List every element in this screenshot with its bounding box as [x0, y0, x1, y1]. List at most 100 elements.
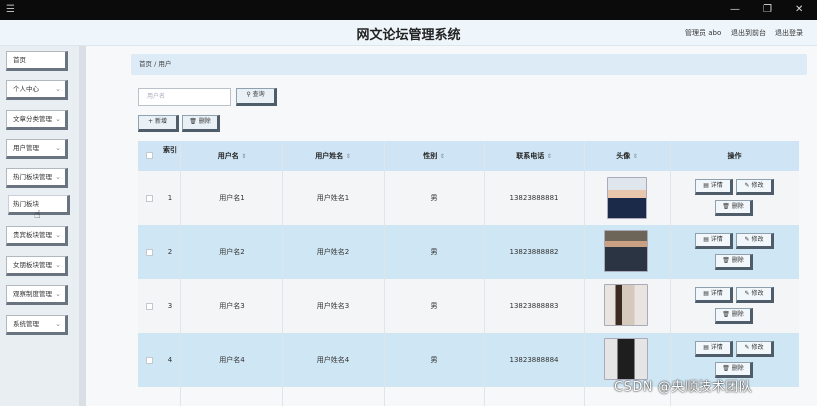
- cell-name: 用户姓名3: [316, 302, 350, 310]
- column-divider: [282, 141, 283, 406]
- chevron-down-icon: ⌄: [55, 320, 61, 328]
- minimize-icon[interactable]: —: [730, 3, 740, 17]
- detail-button-label: 详情: [710, 344, 723, 351]
- column-header-index[interactable]: 索引: [160, 141, 180, 171]
- cell-name: 用户姓名2: [316, 248, 350, 256]
- sidebar-item-hot-section-management[interactable]: 热门板块管理 ⌄: [6, 168, 68, 188]
- sidebar-item-profile[interactable]: 个人中心 ⌄: [6, 80, 68, 100]
- logout-link[interactable]: 退出登录: [775, 28, 803, 38]
- column-divider: [484, 141, 485, 406]
- column-header-label: 用户姓名: [315, 152, 344, 160]
- sidebar-item-home[interactable]: 首页: [6, 51, 68, 71]
- edit-icon: ✎: [744, 236, 750, 243]
- chevron-down-icon: ⌄: [55, 144, 61, 152]
- edit-icon: ✎: [744, 182, 750, 189]
- app-header: 网文论坛管理系统 管理员 abo 退出到前台 退出登录: [0, 20, 817, 46]
- search-button-label: 查询: [252, 91, 265, 98]
- detail-button[interactable]: ▤ 详情: [695, 287, 733, 303]
- maximize-icon[interactable]: ❐: [763, 3, 772, 17]
- cell-gender: 男: [430, 248, 438, 256]
- chevron-down-icon: ⌄: [55, 261, 61, 269]
- sidebar-item-vip-section-management[interactable]: 贵宾板块管理 ⌄: [6, 226, 68, 246]
- sidebar-item-observation-management[interactable]: 观察制度管理 ⌄: [6, 285, 68, 305]
- delete-button[interactable]: 🗑 删除: [715, 200, 753, 216]
- row-checkbox[interactable]: [146, 357, 153, 364]
- sidebar-item-label: 用户管理: [13, 144, 39, 152]
- sort-icon: ⇕: [345, 153, 351, 160]
- sidebar-item-user-management[interactable]: 用户管理 ⌄: [6, 139, 68, 159]
- chevron-down-icon: ⌄: [55, 173, 61, 181]
- edit-button[interactable]: ✎ 修改: [736, 341, 774, 357]
- sidebar-scrollbar[interactable]: [79, 46, 86, 406]
- watermark: CSDN @央顺技术团队: [614, 380, 753, 395]
- cell-gender: 男: [430, 194, 438, 202]
- trash-icon: 🗑: [189, 118, 197, 125]
- delete-button-label: 删除: [731, 257, 744, 264]
- plus-icon: +: [148, 118, 154, 125]
- sidebar-item-girlfriend-section-management[interactable]: 女朋板块管理 ⌄: [6, 256, 68, 276]
- column-header-username[interactable]: 用户名 ⇕: [182, 141, 282, 171]
- row-checkbox[interactable]: [146, 303, 153, 310]
- chevron-down-icon: ⌄: [55, 85, 61, 93]
- column-header-label: 联系电话: [516, 152, 545, 160]
- edit-button[interactable]: ✎ 修改: [736, 233, 774, 249]
- column-header-phone[interactable]: 联系电话 ⇕: [484, 141, 584, 171]
- delete-button-label: 删除: [731, 365, 744, 372]
- cell-phone: 13823888884: [509, 356, 559, 364]
- back-to-frontend-link[interactable]: 退出到前台: [731, 28, 766, 38]
- column-header-label: 性别: [423, 152, 438, 160]
- avatar: [604, 284, 648, 326]
- cell-index: 4: [167, 356, 173, 364]
- table-row: 1 用户名1 用户姓名1 男 13823888881 ▤ 详情 ✎ 修改 🗑 删…: [138, 171, 799, 225]
- delete-button-label: 删除: [198, 118, 211, 125]
- trash-icon: 🗑: [722, 257, 730, 264]
- detail-icon: ▤: [703, 236, 709, 243]
- sort-icon: ⇕: [439, 153, 445, 160]
- cell-index: 2: [167, 248, 173, 256]
- hamburger-icon[interactable]: ☰: [6, 3, 15, 17]
- avatar: [607, 177, 647, 219]
- detail-button[interactable]: ▤ 详情: [695, 341, 733, 357]
- column-header-label: 头像: [616, 152, 631, 160]
- trash-icon: 🗑: [722, 311, 730, 318]
- delete-button[interactable]: 🗑 删除: [715, 308, 753, 324]
- search-input[interactable]: 用户名: [138, 88, 231, 106]
- sidebar-item-label: 女朋板块管理: [13, 261, 52, 269]
- sidebar-item-article-category[interactable]: 文章分类管理 ⌄: [6, 110, 68, 130]
- sidebar-item-label: 观察制度管理: [13, 290, 52, 298]
- cell-name: 用户姓名1: [316, 194, 350, 202]
- column-header-actions: 操作: [727, 152, 742, 160]
- admin-label: 管理员 abo: [685, 29, 722, 37]
- avatar: [604, 338, 648, 380]
- edit-icon: ✎: [744, 344, 750, 351]
- sidebar-item-system-management[interactable]: 系统管理 ⌄: [6, 315, 68, 335]
- mouse-cursor-icon: ☝: [34, 208, 41, 221]
- batch-delete-button[interactable]: 🗑 删除: [182, 115, 220, 132]
- search-button[interactable]: ⚲ 查询: [236, 88, 277, 106]
- sidebar-item-label: 热门板块: [13, 200, 39, 208]
- detail-button-label: 详情: [710, 290, 723, 297]
- close-icon[interactable]: ✕: [795, 3, 803, 17]
- column-divider: [384, 141, 385, 406]
- add-button[interactable]: + 新增: [138, 115, 179, 132]
- breadcrumb-home[interactable]: 首页: [139, 60, 152, 68]
- add-button-label: 新增: [154, 118, 167, 125]
- delete-button[interactable]: 🗑 删除: [715, 254, 753, 270]
- detail-icon: ▤: [703, 344, 709, 351]
- sidebar-item-label: 个人中心: [13, 85, 39, 93]
- cell-index: 1: [167, 194, 173, 202]
- edit-button[interactable]: ✎ 修改: [736, 287, 774, 303]
- detail-button[interactable]: ▤ 详情: [695, 179, 733, 195]
- detail-button[interactable]: ▤ 详情: [695, 233, 733, 249]
- column-header-avatar[interactable]: 头像 ⇕: [584, 141, 670, 171]
- trash-icon: 🗑: [722, 365, 730, 372]
- row-checkbox[interactable]: [146, 195, 153, 202]
- edit-button[interactable]: ✎ 修改: [736, 179, 774, 195]
- column-header-name[interactable]: 用户姓名 ⇕: [282, 141, 384, 171]
- window-titlebar: ☰ — ❐ ✕: [0, 0, 817, 20]
- sidebar-item-label: 贵宾板块管理: [13, 231, 52, 239]
- row-checkbox[interactable]: [146, 249, 153, 256]
- select-all-checkbox[interactable]: [146, 152, 153, 159]
- chevron-down-icon: ⌄: [55, 231, 61, 239]
- column-header-gender[interactable]: 性别 ⇕: [384, 141, 484, 171]
